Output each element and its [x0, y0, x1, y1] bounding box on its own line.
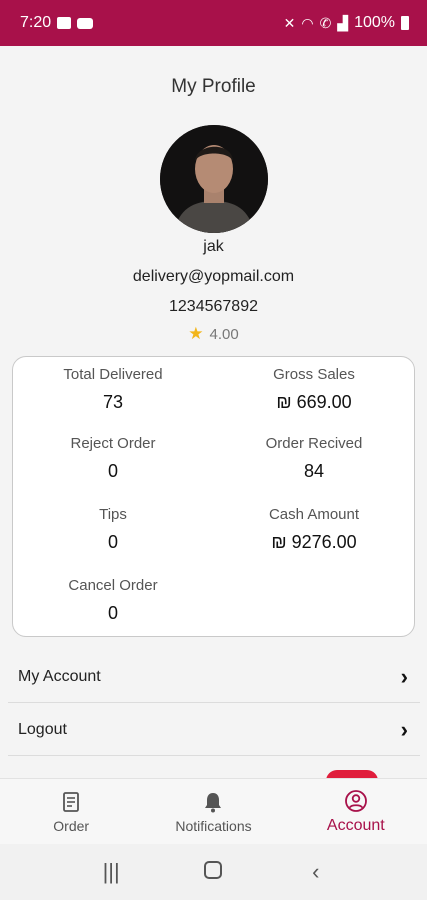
stat-label: Order Recived	[265, 435, 363, 452]
nav-item-notifications[interactable]: Notifications	[142, 779, 284, 844]
stat-reject-order: Reject Order 0	[13, 435, 213, 482]
stat-value: ₪ 9276.00	[271, 532, 357, 552]
profile-email: delivery@yopmail.com	[132, 268, 295, 285]
page-title: My Profile	[171, 76, 256, 97]
stat-tips: Tips 0	[13, 506, 213, 553]
menu-logout[interactable]: Logout ›	[8, 704, 420, 756]
image-notification-icon	[57, 17, 72, 29]
stat-value: 73	[102, 392, 124, 412]
nav-item-order[interactable]: Order	[0, 779, 142, 844]
battery-level: 100%	[354, 14, 395, 31]
nav-label: Account	[326, 816, 385, 834]
bottom-nav: Order Notifications Account	[0, 778, 427, 844]
avatar-photo	[160, 125, 268, 233]
avatar	[160, 125, 268, 233]
stat-value: 84	[303, 461, 325, 481]
system-nav-bar: ||| ‹	[0, 844, 427, 900]
star-icon: ★	[188, 324, 204, 343]
call-icon: ✆	[319, 14, 332, 31]
rating-value: 4.00	[209, 325, 239, 343]
recent-apps-icon[interactable]: |||	[91, 859, 131, 885]
stat-cancel-order: Cancel Order 0	[13, 577, 213, 624]
stat-value: 0	[107, 603, 118, 623]
home-icon	[204, 861, 223, 879]
wifi-icon: ◠	[301, 14, 314, 31]
receipt-icon	[63, 791, 80, 812]
stat-value: 0	[107, 461, 118, 481]
chevron-right-icon: ›	[400, 716, 408, 742]
status-left: 7:20	[20, 14, 94, 32]
stat-cash-amount: Cash Amount ₪ 9276.00	[214, 506, 414, 553]
profile-phone: 1234567892	[169, 298, 258, 315]
stat-gross-sales: Gross Sales ₪ 669.00	[214, 366, 414, 413]
nav-label: Order	[53, 817, 90, 834]
profile-name: jak	[203, 238, 224, 255]
stat-order-received: Order Recived 84	[214, 435, 414, 482]
menu-my-account[interactable]: My Account ›	[8, 651, 420, 703]
status-time: 7:20	[20, 14, 52, 31]
chevron-right-icon: ›	[400, 663, 408, 689]
stat-value: ₪ 669.00	[276, 392, 352, 412]
profile-rating: ★ 4.00	[0, 324, 427, 344]
stat-label: Tips	[99, 506, 127, 523]
mute-icon: ✕	[283, 14, 296, 31]
stat-label: Reject Order	[70, 435, 156, 452]
stat-total-delivered: Total Delivered 73	[13, 366, 213, 413]
youtube-notification-icon	[77, 17, 94, 29]
back-icon[interactable]: ‹	[296, 859, 336, 885]
home-button[interactable]	[193, 859, 233, 885]
menu-label: Logout	[18, 720, 67, 738]
nav-item-account[interactable]: Account	[285, 779, 427, 844]
menu-label: My Account	[18, 667, 101, 685]
account-icon	[344, 789, 367, 812]
stat-label: Cancel Order	[68, 577, 158, 594]
status-bar: 7:20 ✕ ◠ ✆ ▟ 100%	[0, 0, 427, 46]
nav-label: Notifications	[175, 817, 252, 834]
status-right: ✕ ◠ ✆ ▟ 100%	[284, 14, 409, 32]
signal-icon: ▟	[337, 14, 349, 31]
stat-label: Total Delivered	[63, 366, 163, 383]
stats-card: Total Delivered 73 Gross Sales ₪ 669.00 …	[12, 356, 415, 637]
stat-value: 0	[107, 532, 118, 552]
battery-icon	[401, 16, 409, 30]
stat-label: Cash Amount	[268, 506, 360, 523]
stat-label: Gross Sales	[273, 366, 355, 383]
bell-icon	[205, 792, 222, 812]
